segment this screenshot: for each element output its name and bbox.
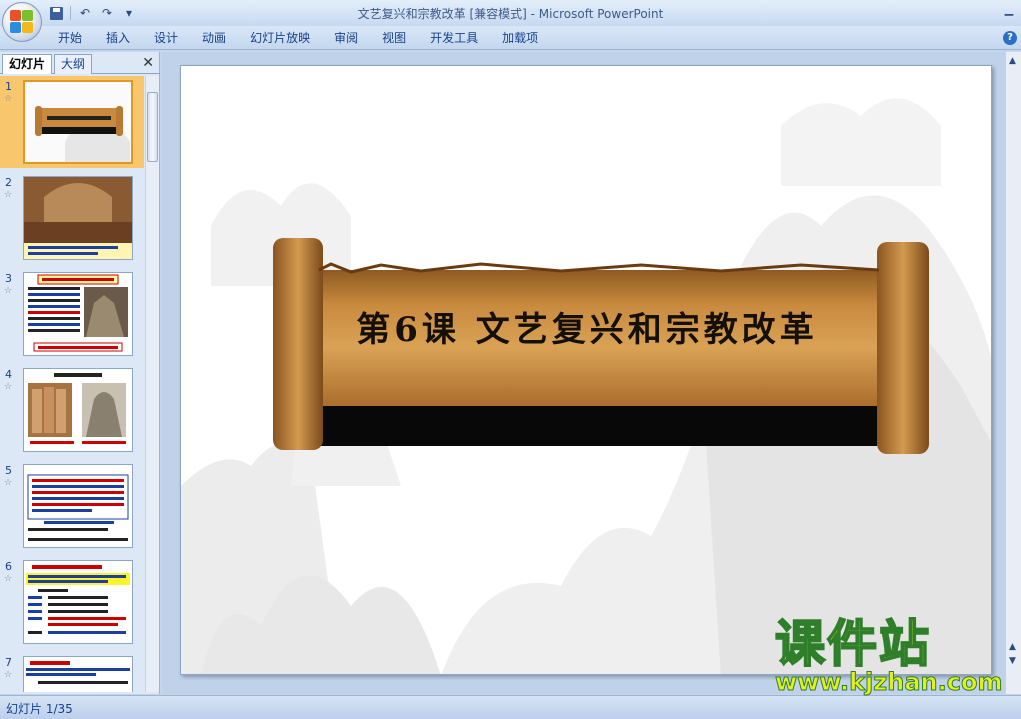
thumbnail-row[interactable]: 3 ☆ [0, 268, 144, 360]
thumbnail-image[interactable] [23, 368, 133, 452]
status-bar: 幻灯片 1/35 [0, 695, 1021, 719]
tab-design[interactable]: 设计 [142, 26, 190, 50]
minimize-icon: ▁ [1004, 2, 1014, 16]
slide-canvas[interactable]: 第6课 文艺复兴和宗教改革 [180, 65, 992, 675]
thumbnail-row[interactable]: 1 ☆ [0, 76, 144, 168]
thumbnail-row[interactable]: 2 ☆ [0, 172, 144, 264]
watermark-url: www.kjzhan.com [774, 668, 1003, 697]
thumbnail-row[interactable]: 5 ☆ [0, 460, 144, 552]
tab-slideshow[interactable]: 幻灯片放映 [238, 26, 322, 50]
thumbnail-image[interactable] [23, 176, 133, 260]
help-icon[interactable]: ? [1003, 31, 1017, 45]
window-controls: ▁ [997, 0, 1021, 18]
thumbnail-image[interactable] [23, 80, 133, 164]
thumbnail-scrollbar[interactable] [145, 76, 159, 692]
star-icon: ☆ [4, 574, 13, 584]
office-button[interactable] [2, 2, 42, 42]
close-pane-icon[interactable]: ✕ [142, 55, 154, 71]
ribbon: 开始 插入 设计 动画 幻灯片放映 审阅 视图 开发工具 加载项 ? [0, 26, 1021, 50]
star-icon: ☆ [4, 382, 13, 392]
prev-slide-icon[interactable]: ▲ [1009, 642, 1016, 652]
thumbnail-number: 3 [5, 272, 12, 285]
slide-editor: 第6课 文艺复兴和宗教改革 [162, 52, 1005, 694]
next-slide-icon[interactable]: ▼ [1009, 656, 1016, 666]
tab-developer[interactable]: 开发工具 [418, 26, 490, 50]
slide-background [181, 98, 991, 674]
thumbnail-image[interactable] [23, 272, 133, 356]
thumbnail-number: 5 [5, 464, 12, 477]
tab-slides[interactable]: 幻灯片 [2, 54, 53, 74]
editor-scrollbar[interactable]: ▲ ▲ ▼ [1005, 52, 1021, 694]
watermark-name: 课件站 [774, 615, 931, 673]
thumbnail-image[interactable] [23, 560, 133, 644]
tab-view[interactable]: 视图 [370, 26, 418, 50]
tab-home[interactable]: 开始 [46, 26, 94, 50]
star-icon: ☆ [4, 190, 13, 200]
thumbnail-number: 2 [5, 176, 12, 189]
tab-addins[interactable]: 加载项 [490, 26, 550, 50]
tab-outline[interactable]: 大纲 [54, 54, 93, 74]
star-icon: ☆ [4, 286, 13, 296]
pane-tabs: 幻灯片 大纲 ✕ [0, 52, 160, 74]
scrollbar-thumb[interactable] [147, 92, 158, 162]
title-bar: ↶ ↷ ▾ 文艺复兴和宗教改革 [兼容模式] - Microsoft Power… [0, 0, 1021, 26]
star-icon: ☆ [4, 94, 13, 104]
scroll-up-icon[interactable]: ▲ [1009, 56, 1016, 66]
window-title: 文艺复兴和宗教改革 [兼容模式] - Microsoft PowerPoint [357, 7, 664, 21]
ribbon-tabs: 开始 插入 设计 动画 幻灯片放映 审阅 视图 开发工具 加载项 [46, 26, 550, 50]
thumbnail-number: 7 [5, 656, 12, 669]
tab-insert[interactable]: 插入 [94, 26, 142, 50]
thumbnail-row[interactable]: 6 ☆ [0, 556, 144, 648]
minimize-button[interactable]: ▁ [997, 0, 1021, 18]
thumbnail-row[interactable]: 7 ☆ [0, 652, 144, 692]
thumbnail-image[interactable] [23, 656, 133, 692]
thumbnail-image[interactable] [23, 464, 133, 548]
slides-pane: 幻灯片 大纲 ✕ 1 ☆ 2 ☆ 3 ☆ 4 ☆ 5 ☆ 6 ☆ 7 ☆ [0, 52, 160, 694]
tab-animations[interactable]: 动画 [190, 26, 238, 50]
thumbnail-number: 6 [5, 560, 12, 573]
star-icon: ☆ [4, 670, 13, 680]
thumbnail-row[interactable]: 4 ☆ [0, 364, 144, 456]
thumbnail-number: 4 [5, 368, 12, 381]
thumbnail-list: 1 ☆ 2 ☆ 3 ☆ 4 ☆ 5 ☆ 6 ☆ 7 ☆ [0, 76, 144, 692]
slide-indicator: 幻灯片 1/35 [6, 702, 73, 716]
slide-title[interactable]: 第6课 文艺复兴和宗教改革 [181, 302, 991, 351]
thumbnail-number: 1 [5, 80, 12, 93]
tab-review[interactable]: 审阅 [322, 26, 370, 50]
office-button-icon [10, 10, 34, 34]
star-icon: ☆ [4, 478, 13, 488]
